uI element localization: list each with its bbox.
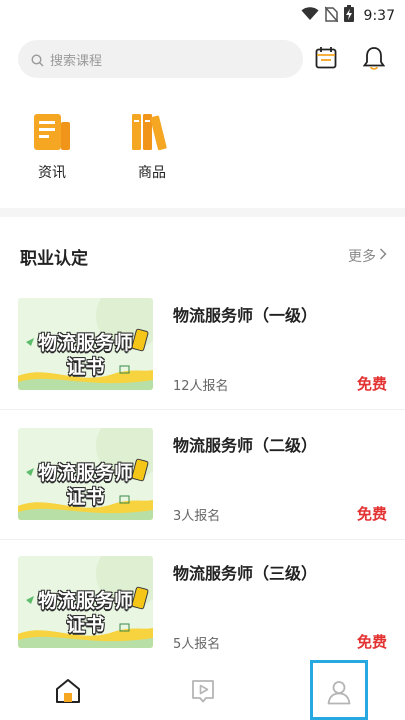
course-thumbnail: 物流服务师 证书 — [18, 428, 153, 520]
row-divider — [0, 539, 405, 540]
more-label: 更多 — [348, 249, 376, 265]
search-row: 搜索课程 — [18, 40, 388, 78]
course-title: 物流服务师（一级） — [173, 306, 318, 325]
status-time: 9:37 — [363, 7, 395, 24]
shortcut-grid: 资讯 商品 — [18, 112, 218, 192]
price-badge: 免费 — [356, 505, 387, 523]
nav-profile[interactable] — [310, 660, 368, 720]
nav-video[interactable] — [135, 660, 270, 720]
course-title: 物流服务师（三级） — [173, 564, 318, 583]
course-thumbnail: 物流服务师 证书 — [18, 298, 153, 390]
section-divider — [0, 208, 405, 217]
course-item[interactable]: 物流服务师 证书 物流服务师（一级） 12人报名 免费 — [0, 290, 405, 410]
thumbnail-subtitle: 证书 — [66, 486, 105, 508]
row-divider — [0, 409, 405, 410]
shortcut-label: 商品 — [138, 165, 166, 181]
thumbnail-title: 物流服务师 — [37, 590, 133, 612]
thumbnail-subtitle: 证书 — [66, 356, 105, 378]
course-thumbnail: 物流服务师 证书 — [18, 556, 153, 648]
shortcut-goods[interactable]: 商品 — [118, 112, 186, 182]
profile-icon — [326, 679, 352, 709]
chevron-right-icon — [379, 248, 387, 264]
course-item[interactable]: 物流服务师 证书 物流服务师（三级） 5人报名 免费 — [0, 548, 405, 668]
wifi-icon — [301, 6, 319, 25]
section-title: 职业认定 — [20, 249, 88, 269]
calendar-icon[interactable] — [315, 46, 337, 74]
search-icon — [31, 52, 44, 71]
more-link[interactable]: 更多 — [348, 246, 387, 266]
status-bar: 9:37 — [0, 0, 405, 30]
search-placeholder: 搜索课程 — [50, 54, 103, 69]
bottom-nav — [0, 660, 405, 720]
books-icon — [130, 114, 174, 156]
news-icon — [32, 114, 72, 156]
enroll-count: 12人报名 — [173, 379, 229, 394]
thumbnail-title: 物流服务师 — [37, 462, 133, 484]
nav-home[interactable] — [0, 660, 135, 720]
battery-charging-icon — [343, 5, 354, 26]
enroll-count: 3人报名 — [173, 509, 221, 524]
course-title: 物流服务师（二级） — [173, 436, 318, 455]
enroll-count: 5人报名 — [173, 637, 221, 652]
course-item[interactable]: 物流服务师 证书 物流服务师（二级） 3人报名 免费 — [0, 420, 405, 540]
shortcut-label: 资讯 — [38, 165, 66, 181]
search-input[interactable]: 搜索课程 — [18, 40, 303, 78]
price-badge: 免费 — [356, 375, 387, 393]
shortcut-news[interactable]: 资讯 — [18, 112, 86, 182]
home-icon — [54, 678, 82, 708]
video-icon — [190, 678, 216, 708]
thumbnail-subtitle: 证书 — [66, 614, 105, 636]
no-sim-icon — [323, 6, 339, 26]
thumbnail-title: 物流服务师 — [37, 332, 133, 354]
bell-icon[interactable] — [362, 46, 386, 75]
price-badge: 免费 — [356, 633, 387, 651]
